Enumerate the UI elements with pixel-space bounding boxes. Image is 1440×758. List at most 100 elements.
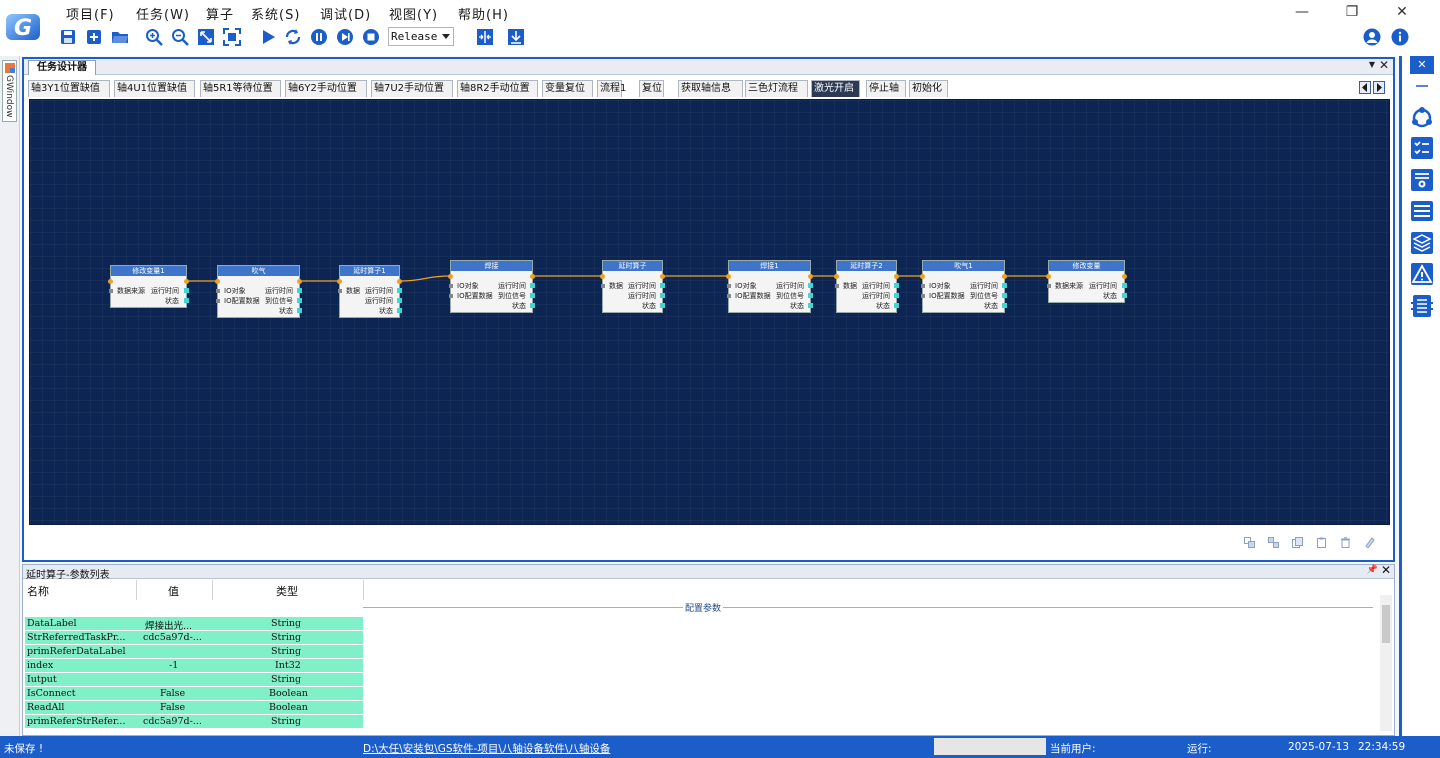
flow-tab-active[interactable]: 激光开启: [811, 80, 860, 97]
minimize-icon[interactable]: [1410, 80, 1434, 92]
exec-out-port[interactable]: [894, 274, 899, 279]
exec-in-port[interactable]: [726, 274, 731, 279]
tab-scroll-left-button[interactable]: [1359, 81, 1371, 94]
output-port[interactable]: [660, 283, 665, 288]
table-row[interactable]: ReadAll False Boolean: [25, 701, 363, 715]
output-port[interactable]: [660, 303, 665, 308]
exec-in-port[interactable]: [920, 274, 925, 279]
operator-node[interactable]: 延时算子2 数据 运行时间 运行时间 状态: [834, 260, 899, 313]
exec-in-port[interactable]: [215, 279, 220, 284]
table-row[interactable]: index -1 Int32: [25, 659, 363, 673]
input-port[interactable]: [601, 284, 605, 288]
tab-scroll-right-button[interactable]: [1373, 81, 1385, 94]
exec-out-port[interactable]: [808, 274, 813, 279]
exec-out-port[interactable]: [660, 274, 665, 279]
settings-list-icon[interactable]: [1410, 168, 1434, 192]
table-row[interactable]: IsConnect False Boolean: [25, 687, 363, 701]
flow-tab[interactable]: 三色灯流程: [745, 80, 808, 97]
menu-help[interactable]: 帮助(H): [458, 4, 509, 23]
operator-node[interactable]: 焊接 IO对象 IO配置数据 运行时间 到位信号 状态: [448, 260, 535, 313]
exec-out-port[interactable]: [297, 279, 302, 284]
add-icon[interactable]: [84, 27, 104, 47]
close-icon[interactable]: ✕: [1381, 563, 1391, 577]
param-value[interactable]: False: [160, 688, 185, 699]
output-port[interactable]: [1122, 293, 1127, 298]
flow-tab[interactable]: 流程1: [597, 80, 626, 97]
input-port[interactable]: [216, 299, 220, 303]
group-icon[interactable]: [1244, 537, 1255, 548]
input-port[interactable]: [449, 294, 453, 298]
output-port[interactable]: [297, 308, 302, 313]
layers-icon[interactable]: [1410, 231, 1434, 255]
input-port[interactable]: [727, 294, 731, 298]
exec-out-port[interactable]: [397, 279, 402, 284]
input-port[interactable]: [727, 284, 731, 288]
output-port[interactable]: [894, 293, 899, 298]
output-port[interactable]: [1002, 283, 1007, 288]
exec-out-port[interactable]: [1002, 274, 1007, 279]
output-port[interactable]: [530, 293, 535, 298]
minimize-button[interactable]: —: [1292, 3, 1312, 21]
close-button[interactable]: ✕: [1392, 3, 1412, 21]
pause-icon[interactable]: [309, 27, 329, 47]
run-icon[interactable]: [258, 27, 278, 47]
layout-icon[interactable]: [1410, 199, 1434, 223]
dropdown-icon[interactable]: ▼: [1369, 60, 1375, 69]
column-header-type[interactable]: 类型: [276, 583, 298, 599]
delete-icon[interactable]: [1340, 537, 1351, 548]
flow-tab[interactable]: 轴6Y2手动位置: [285, 80, 367, 97]
tab-task-designer[interactable]: 任务设计器: [28, 60, 96, 75]
exec-in-port[interactable]: [448, 274, 453, 279]
input-port[interactable]: [921, 294, 925, 298]
copy-icon[interactable]: [1292, 537, 1303, 548]
table-row[interactable]: primReferDataLabel String: [25, 645, 363, 659]
open-folder-icon[interactable]: [110, 27, 130, 47]
exec-in-port[interactable]: [1046, 274, 1051, 279]
param-value[interactable]: False: [160, 702, 185, 713]
table-row[interactable]: Iutput String: [25, 673, 363, 687]
zoom-out-icon[interactable]: [170, 27, 190, 47]
close-icon[interactable]: ✕: [1410, 56, 1434, 74]
flow-tab[interactable]: 轴5R1等待位置: [200, 80, 281, 97]
input-port[interactable]: [216, 289, 220, 293]
download-icon[interactable]: [506, 27, 526, 47]
table-row[interactable]: StrReferredTaskPr... cdc5a97d-... String: [25, 631, 363, 645]
save-icon[interactable]: [58, 27, 78, 47]
flow-tab[interactable]: 轴8R2手动位置: [457, 80, 538, 97]
input-port[interactable]: [921, 284, 925, 288]
output-port[interactable]: [397, 298, 402, 303]
output-port[interactable]: [1002, 303, 1007, 308]
input-port[interactable]: [1047, 284, 1051, 288]
loop-icon[interactable]: [283, 27, 303, 47]
operator-node[interactable]: 焊接1 IO对象 IO配置数据 运行时间 到位信号 状态: [726, 260, 813, 313]
table-row[interactable]: primReferStrRefer... cdc5a97d-... String: [25, 715, 363, 729]
flow-tab[interactable]: 初始化: [909, 80, 948, 97]
close-icon[interactable]: ✕: [1379, 58, 1389, 72]
output-port[interactable]: [1122, 283, 1127, 288]
project-path-link[interactable]: D:\大任\安装包\GS软件-项目\八轴设备软件\八轴设备: [363, 741, 610, 756]
warning-icon[interactable]: [1410, 262, 1434, 286]
column-header-value[interactable]: 值: [168, 583, 179, 599]
operator-node[interactable]: 吹气 IO对象 IO配置数据 运行时间 到位信号 状态: [215, 265, 302, 318]
input-port[interactable]: [449, 284, 453, 288]
paste-icon[interactable]: [1316, 537, 1327, 548]
output-port[interactable]: [397, 308, 402, 313]
checklist-icon[interactable]: [1410, 136, 1434, 160]
output-port[interactable]: [808, 303, 813, 308]
operator-node[interactable]: 延时算子 数据 运行时间 运行时间 状态: [600, 260, 665, 313]
zoom-in-icon[interactable]: [144, 27, 164, 47]
output-port[interactable]: [184, 288, 189, 293]
operator-node[interactable]: 延时算子1 数据 运行时间 运行时间 状态: [337, 265, 402, 318]
output-port[interactable]: [1002, 293, 1007, 298]
build-config-select[interactable]: Release: [388, 27, 454, 46]
user-icon[interactable]: [1362, 27, 1382, 47]
ungroup-icon[interactable]: [1268, 537, 1279, 548]
pin-icon[interactable]: 📌: [1367, 565, 1378, 575]
flow-tab[interactable]: 变量复位: [542, 80, 593, 97]
network-icon[interactable]: [1410, 106, 1434, 130]
output-port[interactable]: [530, 283, 535, 288]
output-port[interactable]: [397, 288, 402, 293]
output-port[interactable]: [808, 293, 813, 298]
flow-tab[interactable]: 停止轴: [866, 80, 906, 97]
exec-in-port[interactable]: [108, 279, 113, 284]
